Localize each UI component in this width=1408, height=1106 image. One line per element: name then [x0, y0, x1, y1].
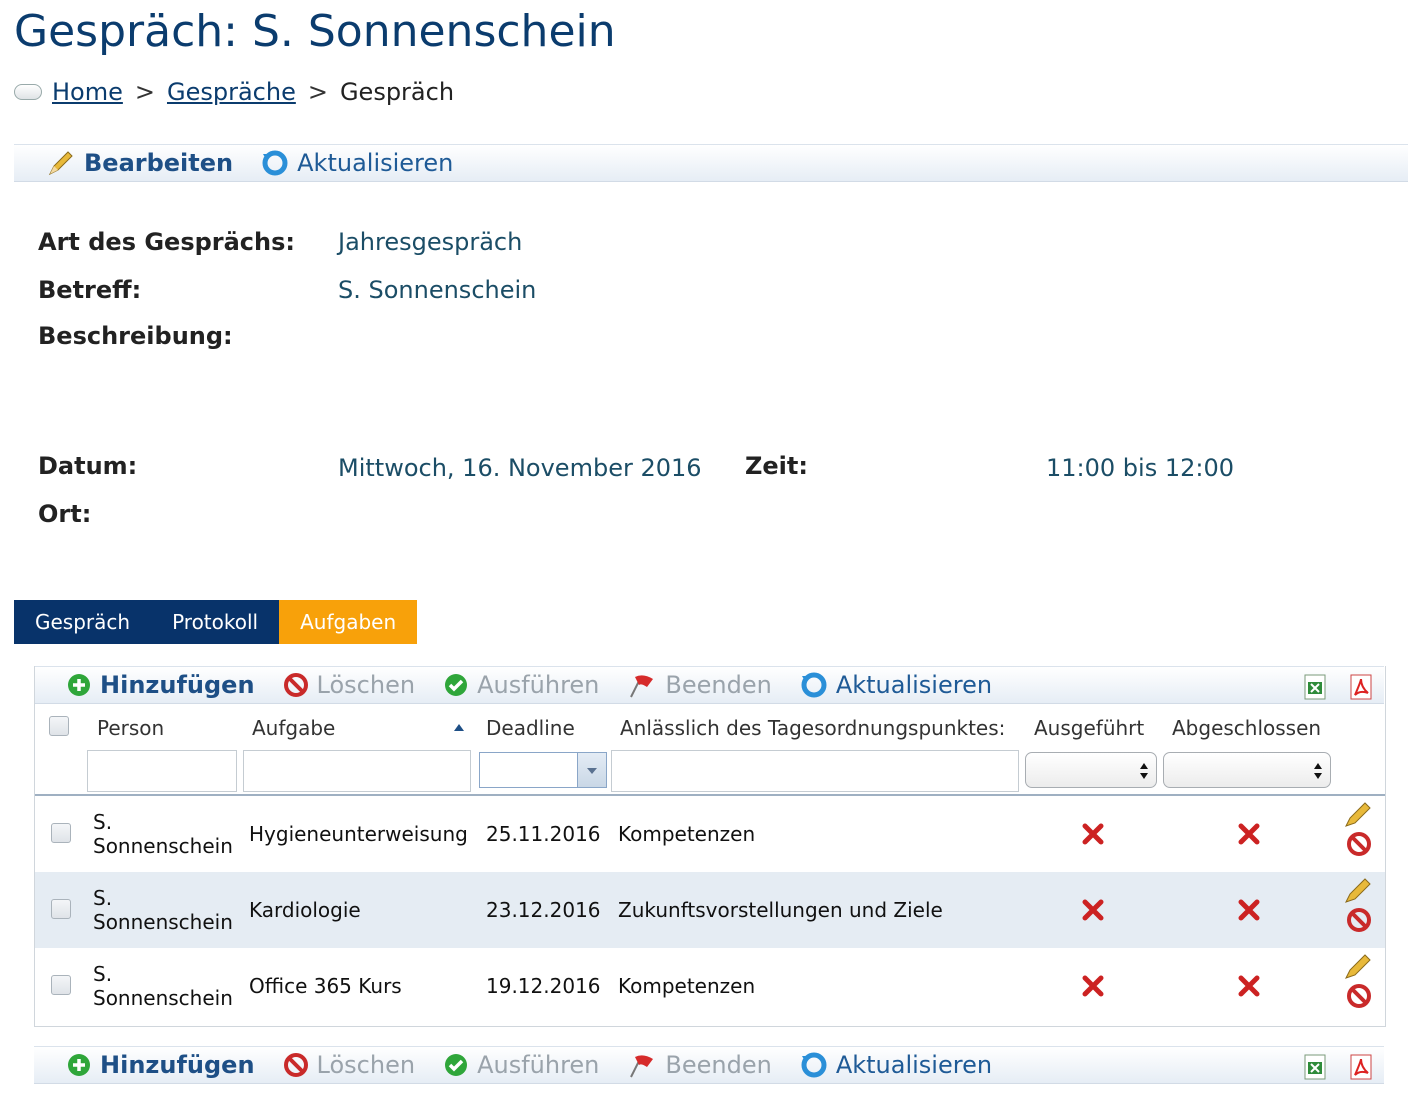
refresh-button[interactable]: Aktualisieren	[261, 149, 453, 177]
tagesordnung-cell: Kompetenzen	[618, 822, 756, 846]
betreff-value: S. Sonnenschein	[338, 276, 537, 304]
aufgabe-cell: Hygieneunterweisung	[249, 822, 468, 846]
finish-button[interactable]: Beenden	[627, 1051, 772, 1079]
column-header-aufgabe[interactable]: Aufgabe	[252, 716, 335, 740]
execute-label: Ausführen	[477, 1051, 600, 1079]
breadcrumb-separator: >	[134, 78, 155, 106]
ort-label: Ort:	[38, 500, 92, 528]
delete-no-entry-icon[interactable]	[1345, 830, 1373, 858]
refresh-icon	[262, 150, 288, 176]
updown-arrows-icon	[1140, 763, 1148, 779]
not-executed-x-icon	[1082, 823, 1104, 845]
updown-arrows-icon	[1314, 763, 1322, 779]
aufgabe-filter-input[interactable]	[243, 750, 471, 792]
tagesordnung-cell: Kompetenzen	[618, 974, 756, 998]
no-entry-icon	[283, 1053, 308, 1077]
refresh-icon	[801, 1052, 827, 1078]
not-closed-x-icon	[1238, 899, 1260, 921]
person-cell: Sonnenschein	[93, 910, 233, 934]
art-value: Jahresgespräch	[338, 228, 523, 256]
datum-value: Mittwoch, 16. November 2016	[338, 454, 702, 482]
art-label: Art des Gesprächs:	[38, 228, 296, 256]
calendar-dropdown-button[interactable]	[577, 753, 606, 787]
breadcrumb: Home > Gespräche > Gespräch	[14, 78, 454, 106]
tab-protokoll[interactable]: Protokoll	[151, 600, 280, 644]
tab-bar: Gespräch Protokoll Aufgaben	[14, 600, 418, 644]
deadline-cell: 23.12.2016	[486, 898, 601, 922]
delete-no-entry-icon[interactable]	[1345, 906, 1373, 934]
person-cell: Sonnenschein	[93, 986, 233, 1010]
table-row[interactable]: S. Sonnenschein Kardiologie 23.12.2016 Z…	[35, 872, 1385, 948]
flag-icon	[630, 1055, 654, 1078]
refresh-label: Aktualisieren	[297, 149, 454, 177]
top-toolbar: Bearbeiten Aktualisieren	[14, 144, 1408, 182]
tagesordnung-filter-input[interactable]	[611, 750, 1019, 792]
pencil-icon	[48, 151, 73, 176]
abgeschlossen-filter-select[interactable]	[1163, 752, 1331, 788]
zeit-value: 11:00 bis 12:00	[1046, 454, 1234, 482]
page-title: Gespräch: S. Sonnenschein	[14, 6, 616, 57]
person-cell: S.	[93, 962, 113, 986]
person-cell: S.	[93, 886, 113, 910]
not-executed-x-icon	[1082, 975, 1104, 997]
row-checkbox[interactable]	[51, 975, 71, 995]
aufgabe-cell: Office 365 Kurs	[249, 974, 402, 998]
beschreibung-label: Beschreibung:	[38, 322, 233, 350]
delete-label: Löschen	[316, 1051, 416, 1079]
deadline-filter-input[interactable]	[479, 752, 607, 788]
edit-pencil-icon[interactable]	[1343, 952, 1373, 980]
aufgabe-cell: Kardiologie	[249, 898, 361, 922]
tab-aufgaben[interactable]: Aufgaben	[279, 600, 418, 644]
not-closed-x-icon	[1238, 975, 1260, 997]
tagesordnung-cell: Zukunftsvorstellungen und Ziele	[618, 898, 943, 922]
breadcrumb-current: Gespräch	[339, 78, 455, 106]
delete-button[interactable]: Löschen	[283, 1051, 416, 1079]
excel-export-icon[interactable]	[1302, 1053, 1328, 1081]
check-icon	[445, 1054, 468, 1076]
column-header-ausgefuehrt[interactable]: Ausgeführt	[1034, 716, 1144, 740]
deadline-cell: 19.12.2016	[486, 974, 601, 998]
ausgefuehrt-filter-select[interactable]	[1025, 752, 1157, 788]
row-checkbox[interactable]	[51, 823, 71, 843]
not-closed-x-icon	[1238, 823, 1260, 845]
grid-toolbar-bottom: Hinzufügen Löschen Ausführen Beenden Akt…	[34, 1046, 1384, 1084]
person-filter-input[interactable]	[87, 750, 237, 792]
edit-label: Bearbeiten	[84, 149, 234, 177]
person-cell: Sonnenschein	[93, 834, 233, 858]
column-header-deadline[interactable]: Deadline	[486, 716, 575, 740]
table-row[interactable]: S. Sonnenschein Hygieneunterweisung 25.1…	[35, 796, 1385, 872]
edit-button[interactable]: Bearbeiten	[46, 148, 233, 178]
column-header-tagesordnung[interactable]: Anlässlich des Tagesordnungspunktes:	[620, 716, 1005, 740]
add-label: Hinzufügen	[100, 1051, 255, 1079]
table-row[interactable]: S. Sonnenschein Office 365 Kurs 19.12.20…	[35, 948, 1385, 1024]
betreff-label: Betreff:	[38, 276, 142, 304]
grid-refresh-label: Aktualisieren	[835, 1051, 993, 1079]
breadcrumb-home-link[interactable]: Home	[52, 78, 123, 106]
add-button[interactable]: Hinzufügen	[66, 1051, 255, 1079]
breadcrumb-separator: >	[307, 78, 328, 106]
pdf-export-icon[interactable]	[1348, 1053, 1374, 1081]
plus-icon	[68, 1054, 90, 1076]
grid-refresh-button[interactable]: Aktualisieren	[800, 1051, 992, 1079]
execute-button[interactable]: Ausführen	[443, 1051, 599, 1079]
column-header-abgeschlossen[interactable]: Abgeschlossen	[1172, 716, 1321, 740]
tasks-grid: Person Aufgabe Deadline Anlässlich des T…	[34, 666, 1386, 1027]
delete-no-entry-icon[interactable]	[1345, 982, 1373, 1010]
tab-gespraech[interactable]: Gespräch	[14, 600, 152, 644]
edit-pencil-icon[interactable]	[1343, 800, 1373, 828]
edit-pencil-icon[interactable]	[1343, 876, 1373, 904]
breadcrumb-icon	[14, 84, 42, 100]
finish-label: Beenden	[665, 1051, 772, 1079]
breadcrumb-gespraeche-link[interactable]: Gespräche	[167, 78, 296, 106]
not-executed-x-icon	[1082, 899, 1104, 921]
select-all-checkbox[interactable]	[49, 716, 69, 736]
zeit-label: Zeit:	[745, 452, 808, 480]
row-checkbox[interactable]	[51, 899, 71, 919]
column-header-person[interactable]: Person	[97, 716, 164, 740]
chevron-down-icon	[587, 768, 597, 774]
datum-label: Datum:	[38, 452, 138, 480]
person-cell: S.	[93, 810, 113, 834]
sort-ascending-icon	[454, 724, 464, 731]
deadline-cell: 25.11.2016	[486, 822, 601, 846]
